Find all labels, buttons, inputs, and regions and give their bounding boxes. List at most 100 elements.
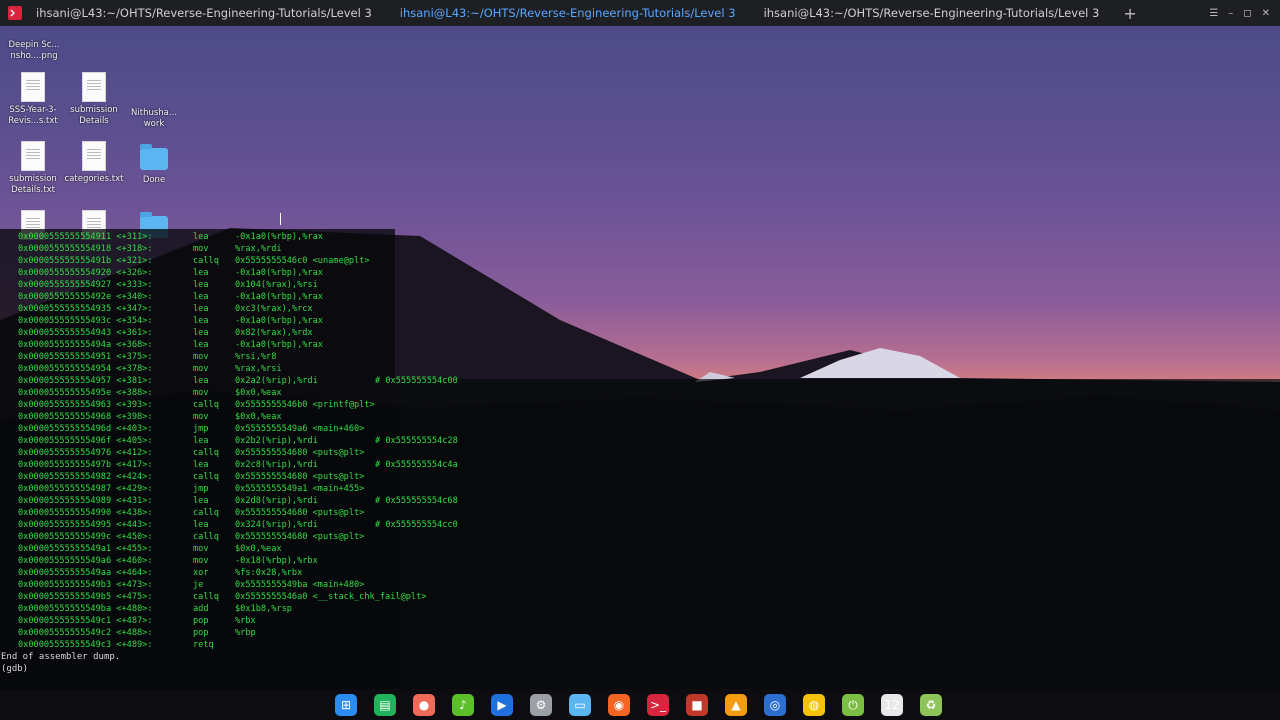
asm-address: 0x0000555555554982 <+424>:	[18, 472, 153, 482]
files-glyph: ▭	[569, 694, 591, 716]
asm-opcode: lea	[193, 280, 209, 290]
desktop-icon-nithusha-work[interactable]: Nithusha... work	[122, 108, 186, 130]
asm-operands: 0x5555555549ba <main+480>	[235, 580, 365, 590]
asm-line: 0x000055555555492e <+340>: lea -0x1a0(%rbp…	[18, 291, 458, 303]
text-cursor-icon	[280, 213, 281, 225]
dock-launcher-icon[interactable]: ⊞	[330, 691, 362, 719]
tab-label: ihsani@L43:~/OHTS/Reverse-Engineering-Tu…	[763, 6, 1100, 20]
asm-line: 0x00005555555549ba <+480>: add $0x1b8,%rsp	[18, 603, 458, 615]
asm-line: 0x00005555555549aa <+464>: xor %fs:0x28,%r…	[18, 567, 458, 579]
clock-glyph: 12	[881, 694, 903, 716]
dock-files-icon[interactable]: ▭	[564, 691, 596, 719]
asm-line: 0x0000555555554951 <+375>: mov %rsi,%r8	[18, 351, 458, 363]
asm-address: 0x000055555555491b <+321>:	[18, 256, 153, 266]
asm-opcode: lea	[193, 520, 209, 530]
asm-operands: $0x0,%eax	[235, 388, 282, 398]
menu-icon[interactable]: ☰	[1209, 8, 1218, 19]
recorder-glyph: ■	[686, 694, 708, 716]
asm-address: 0x0000555555554920 <+326>:	[18, 268, 153, 278]
asm-opcode: mov	[193, 556, 209, 566]
asm-operands: %rbp	[235, 628, 256, 638]
dock-recorder-icon[interactable]: ■	[681, 691, 713, 719]
asm-opcode: callq	[193, 532, 219, 542]
dock-video-icon[interactable]: ▶	[486, 691, 518, 719]
asm-line: 0x000055555555496f <+405>: lea 0x2b2(%rip)…	[18, 435, 458, 447]
desktop-icon-done[interactable]: Done	[122, 144, 186, 186]
asm-comment: # 0x555555554c28	[375, 436, 458, 446]
spreadsheet-glyph: ▤	[374, 694, 396, 716]
asm-line: 0x00005555555549c2 <+488>: pop %rbp	[18, 627, 458, 639]
asm-opcode: lea	[193, 328, 209, 338]
asm-opcode: jmp	[193, 484, 209, 494]
tab-label: ihsani@L43:~/OHTS/Reverse-Engineering-Tu…	[36, 6, 372, 20]
asm-opcode: mov	[193, 244, 209, 254]
dock-record-icon[interactable]: ◎	[759, 691, 791, 719]
launcher-glyph: ⊞	[335, 694, 357, 716]
asm-opcode: callq	[193, 472, 219, 482]
desktop-icon-submission-details-txt[interactable]: submission Details.txt	[1, 141, 65, 196]
desktop-icon-label: SSS-Year-3-Revis...s.txt	[8, 105, 58, 126]
new-tab-button[interactable]: +	[1113, 4, 1146, 23]
dock-vlc-icon[interactable]: ▲	[720, 691, 752, 719]
maximize-button[interactable]: ◻	[1243, 8, 1251, 19]
asm-address: 0x0000555555554987 <+429>:	[18, 484, 153, 494]
dock-screenshot-icon[interactable]: ●	[408, 691, 440, 719]
asm-opcode: lea	[193, 460, 209, 470]
asm-operands: -0x1a0(%rbp),%rax	[235, 292, 323, 302]
tab-2-active[interactable]: ihsani@L43:~/OHTS/Reverse-Engineering-Tu…	[386, 0, 750, 26]
asm-opcode: retq	[193, 640, 214, 650]
asm-line: 0x0000555555554982 <+424>: callq 0x5555555…	[18, 471, 458, 483]
desktop-icon-screenshot[interactable]: Deepin Sc... nsho....png	[2, 40, 66, 62]
asm-operands: $0x1b8,%rsp	[235, 604, 292, 614]
desktop-icon-sss-year-3[interactable]: SSS-Year-3-Revis...s.txt	[1, 72, 65, 127]
asm-operands: $0x0,%eax	[235, 544, 282, 554]
desktop-icon-categories[interactable]: categories.txt	[62, 141, 126, 185]
browser-glyph: ◉	[608, 694, 630, 716]
video-glyph: ▶	[491, 694, 513, 716]
asm-line: 0x000055555555495e <+388>: mov $0x0,%eax	[18, 387, 458, 399]
asm-operands: -0x1a0(%rbp),%rax	[235, 340, 323, 350]
asm-line: 0x0000555555554918 <+318>: mov %rax,%rdi	[18, 243, 458, 255]
minimize-button[interactable]: –	[1228, 8, 1233, 19]
asm-opcode: callq	[193, 256, 219, 266]
desktop-icon-submission-details[interactable]: submission Details	[62, 72, 126, 127]
power-glyph: ⏻	[842, 694, 864, 716]
dock-browser-icon[interactable]: ◉	[603, 691, 635, 719]
dock-music-icon[interactable]: ♪	[447, 691, 479, 719]
asm-address: 0x0000555555554963 <+393>:	[18, 400, 153, 410]
dock-power-icon[interactable]: ⏻	[837, 691, 869, 719]
asm-line: 0x0000555555554990 <+438>: callq 0x5555555…	[18, 507, 458, 519]
asm-operands: 0x324(%rip),%rdi	[235, 520, 318, 530]
asm-opcode: callq	[193, 508, 219, 518]
asm-opcode: je	[193, 580, 204, 590]
desktop-icon-label: submission Details.txt	[9, 174, 57, 195]
terminal-output[interactable]: 0x0000555555554911 <+311>: lea -0x1a0(%rbp…	[0, 229, 1280, 689]
asm-address: 0x0000555555554995 <+443>:	[18, 520, 153, 530]
tab-3[interactable]: ihsani@L43:~/OHTS/Reverse-Engineering-Tu…	[750, 0, 1114, 26]
asm-operands: -0x1a0(%rbp),%rax	[235, 232, 323, 242]
asm-line: 0x000055555555491b <+321>: callq 0x5555555…	[18, 255, 458, 267]
dock-clock-icon[interactable]: 12	[876, 691, 908, 719]
asm-operands: %rax,%rdi	[235, 244, 282, 254]
close-button[interactable]: ✕	[1262, 8, 1270, 19]
dock-trash-icon[interactable]: ♻	[915, 691, 947, 719]
tab-1[interactable]: ihsani@L43:~/OHTS/Reverse-Engineering-Tu…	[22, 0, 386, 26]
asm-address: 0x0000555555554957 <+381>:	[18, 376, 153, 386]
asm-line: 0x00005555555549a1 <+455>: mov $0x0,%eax	[18, 543, 458, 555]
asm-operands: %fs:0x28,%rbx	[235, 568, 303, 578]
terminal-app-icon[interactable]	[8, 6, 22, 20]
asm-operands: 0x2c8(%rip),%rdi	[235, 460, 318, 470]
asm-operands: 0x104(%rax),%rsi	[235, 280, 318, 290]
dock-spreadsheet-icon[interactable]: ▤	[369, 691, 401, 719]
dock-chrome-icon[interactable]: ◍	[798, 691, 830, 719]
asm-line: 0x000055555555496d <+403>: jmp 0x555555554…	[18, 423, 458, 435]
asm-address: 0x00005555555549b5 <+475>:	[18, 592, 153, 602]
asm-address: 0x000055555555495e <+388>:	[18, 388, 153, 398]
dock-terminal-icon[interactable]: >_	[642, 691, 674, 719]
dock-settings-icon[interactable]: ⚙	[525, 691, 557, 719]
asm-address: 0x00005555555549ba <+480>:	[18, 604, 153, 614]
asm-opcode: xor	[193, 568, 209, 578]
asm-opcode: mov	[193, 412, 209, 422]
gdb-prompt[interactable]: (gdb)	[1, 663, 120, 675]
asm-address: 0x000055555555496f <+405>:	[18, 436, 153, 446]
